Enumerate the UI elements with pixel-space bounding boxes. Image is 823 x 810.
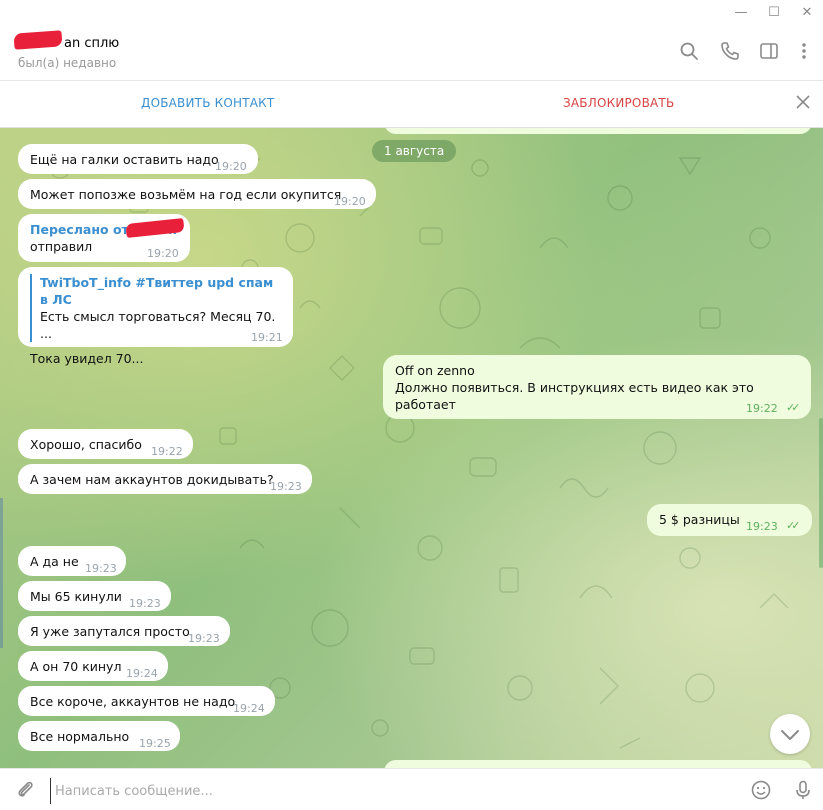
scroll-to-bottom-button[interactable] [770,714,810,754]
chat-header: an сплю был(а) недавно [0,26,823,81]
microphone-icon[interactable] [792,779,814,801]
message-text: А да не [30,554,79,569]
maximize-button[interactable]: ☐ [759,3,789,23]
message-text: Может попозже возьмём на год если окупит… [30,187,342,202]
message-text: Хорошо, спасибо [30,437,142,452]
message-bubble-incoming[interactable]: Хорошо, спасибо 19:22 [18,429,193,459]
message-time: 19:23 [270,480,302,493]
contact-action-bar: ДОБАВИТЬ КОНТАКТ ЗАБЛОКИРОВАТЬ [0,81,823,128]
message-bubble-incoming[interactable]: А он 70 кинул 19:24 [18,651,168,681]
message-time: 19:20 [334,195,366,208]
message-text: Я уже запутался просто [30,624,190,639]
message-input[interactable] [50,778,737,804]
message-time: 19:22 [151,445,183,458]
message-text-line1: Off on zenno [395,363,475,378]
sidebar-toggle-icon[interactable] [758,40,780,62]
message-text: А зачем нам аккаунтов докидывать? [30,472,274,487]
message-text: Все нормально [30,729,130,744]
message-text: Все короче, аккаунтов не надо [30,694,236,709]
message-time: 19:21 [251,331,283,344]
message-bubble-incoming[interactable]: Все короче, аккаунтов не надо 19:24 [18,686,275,716]
message-time: 19:22 [746,402,778,415]
window-titlebar: — ☐ ✕ [0,0,823,26]
redaction-mark [13,30,63,50]
date-separator: 1 августа [372,140,457,162]
message-bubble-outgoing[interactable]: Off on zenno Должно появиться. В инструк… [383,355,811,419]
message-time: 19:20 [147,247,179,260]
chevron-down-icon [781,730,799,740]
emoji-icon[interactable] [750,779,772,801]
message-text: Тока увидел 70... [30,351,144,366]
selection-indicator [0,498,3,648]
message-time: 19:23 [85,562,117,575]
message-text: Ещё на галки оставить надо [30,152,219,167]
reply-quote-title: TwiTboT_info #Твиттер upd спам в ЛС [40,275,274,307]
add-contact-button[interactable]: ДОБАВИТЬ КОНТАКТ [141,96,274,110]
message-time: 19:23 [129,597,161,610]
reply-quote[interactable]: TwiTboT_info #Твиттер upd спам в ЛС Есть… [30,274,281,342]
message-bubble-incoming[interactable]: Ещё на галки оставить надо 19:20 [18,144,258,174]
reply-quote-text: Есть смысл торговаться? Месяц 70. ... [40,309,276,341]
message-bubble-incoming[interactable]: Мы 65 кинули 19:23 [18,581,171,611]
message-text: 5 $ разницы [659,512,740,527]
message-time: 19:23 [188,632,220,645]
search-icon[interactable] [678,40,700,62]
chat-status: был(а) недавно [18,56,117,70]
message-bubble-outgoing-partial [384,760,812,768]
message-time: 19:24 [126,667,158,680]
message-bubble-incoming[interactable]: Я уже запутался просто 19:23 [18,616,230,646]
scrollbar[interactable] [819,418,823,568]
close-icon[interactable] [794,93,812,111]
message-composer [0,768,823,810]
message-bubble-outgoing-partial [384,128,812,134]
message-time: 19:20 [215,160,247,173]
block-user-button[interactable]: ЗАБЛОКИРОВАТЬ [563,96,674,110]
message-bubble-incoming[interactable]: А зачем нам аккаунтов докидывать? 19:23 [18,464,312,494]
chat-title[interactable]: an сплю [64,36,119,51]
message-bubble-reply[interactable]: TwiTboT_info #Твиттер upd спам в ЛС Есть… [18,267,293,366]
message-list[interactable]: 1 августа Ещё на галки оставить надо 19:… [0,128,823,768]
message-time: 19:23 [746,520,778,533]
message-bubble-incoming[interactable]: А да не 19:23 [18,546,126,576]
message-text-line2: Должно появиться. В инструкциях есть вид… [395,380,754,412]
message-bubble-incoming[interactable]: Может попозже возьмём на год если окупит… [18,179,376,209]
phone-icon[interactable] [719,40,741,62]
message-time: 19:24 [233,702,265,715]
attach-icon[interactable] [14,779,36,801]
message-time: 19:25 [139,737,171,750]
more-options-icon[interactable] [793,40,815,62]
message-bubble-forwarded[interactable]: Переслано от рк отправил 19:20 [18,214,190,262]
message-bubble-outgoing[interactable]: 5 $ разницы 19:23 ✓✓ [647,504,812,536]
message-text: А он 70 кинул [30,659,122,674]
message-text: Мы 65 кинули [30,589,122,604]
message-bubble-incoming[interactable]: Все нормально 19:25 [18,721,180,751]
minimize-button[interactable]: — [726,3,756,23]
double-check-icon: ✓✓ [786,519,801,532]
close-window-button[interactable]: ✕ [792,3,822,23]
double-check-icon: ✓✓ [786,401,801,414]
